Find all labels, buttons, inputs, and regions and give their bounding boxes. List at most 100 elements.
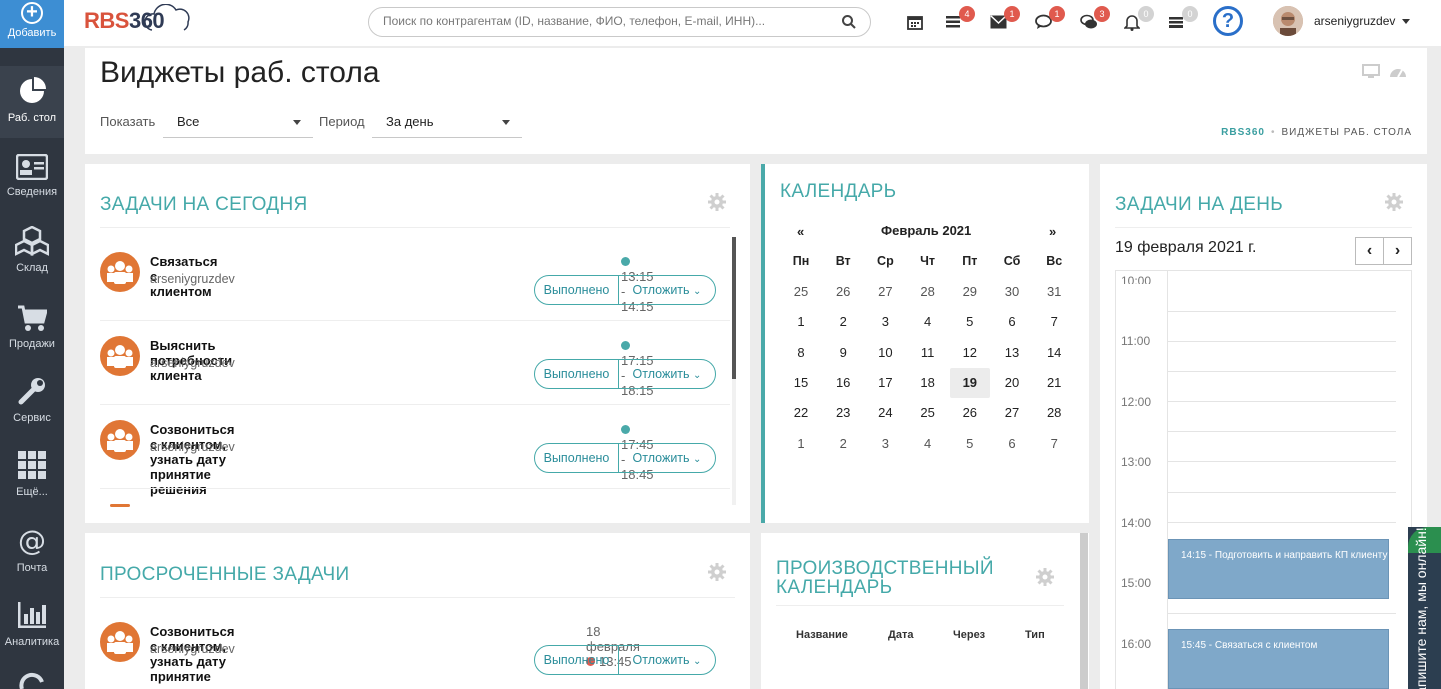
sidebar-item-warehouse[interactable]: Склад	[0, 216, 64, 288]
sidebar-item-analytics[interactable]: Аналитика	[0, 590, 64, 662]
calendar-day[interactable]: 3	[865, 307, 905, 337]
calendar-day[interactable]: 22	[781, 398, 821, 428]
done-button[interactable]: Выполнено	[535, 360, 619, 388]
online-chat-tab[interactable]: Напишите нам, мы онлайн!	[1408, 527, 1441, 689]
comments-button[interactable]: 3	[1080, 6, 1110, 34]
schedule-event[interactable]: 15:45 - Связаться с клиентом	[1168, 629, 1389, 689]
sidebar-item-sales[interactable]: Продажи	[0, 292, 64, 364]
search-input[interactable]	[383, 14, 833, 28]
calendar-day[interactable]: 23	[823, 398, 863, 428]
breadcrumb-home[interactable]: RBS360	[1221, 127, 1265, 138]
next-month-button[interactable]: »	[1049, 224, 1056, 239]
calendar-day[interactable]: 27	[865, 277, 905, 307]
calendar-day[interactable]: 11	[908, 338, 948, 368]
calendar-day[interactable]: 9	[823, 338, 863, 368]
add-button[interactable]: + Добавить	[0, 0, 64, 48]
schedule-event[interactable]: 14:15 - Подготовить и направить КП клиен…	[1168, 539, 1389, 599]
calendar-day[interactable]: 10	[865, 338, 905, 368]
mail-button[interactable]: 1	[990, 6, 1020, 34]
column-header[interactable]: Название	[796, 629, 848, 641]
gear-icon[interactable]	[1385, 193, 1403, 211]
sidebar-item-more[interactable]: Ещё...	[0, 440, 64, 512]
gear-icon[interactable]	[1036, 568, 1054, 586]
user-group-icon	[100, 420, 140, 460]
calendar-day[interactable]: 13	[992, 338, 1032, 368]
tasks-list-button[interactable]: 4	[945, 6, 975, 34]
calendar-day[interactable]: 2	[823, 307, 863, 337]
search-icon[interactable]	[842, 15, 856, 29]
notifications-button[interactable]: 0	[1123, 6, 1154, 34]
chevron-down-icon[interactable]	[1402, 19, 1410, 24]
task-title[interactable]: Созвониться с клиентом, узнать дату прин…	[150, 624, 234, 689]
calendar-day[interactable]: 4	[908, 429, 948, 459]
gear-icon[interactable]	[708, 193, 726, 211]
calendar-day[interactable]: 5	[950, 429, 990, 459]
user-avatar[interactable]	[1273, 6, 1303, 36]
column-header[interactable]: Тип	[1025, 629, 1045, 641]
dashboard-icon[interactable]	[1389, 63, 1407, 79]
chat-button[interactable]: 1	[1035, 6, 1065, 34]
postpone-button[interactable]: Отложить ⌄	[619, 360, 715, 388]
calendar-day[interactable]: 26	[823, 277, 863, 307]
sidebar-item-service[interactable]: Сервис	[0, 366, 64, 438]
calendar-day[interactable]: 12	[950, 338, 990, 368]
calendar-day[interactable]: 29	[950, 277, 990, 307]
calendar-day[interactable]: 17	[865, 368, 905, 398]
calendar-day[interactable]: 6	[992, 307, 1032, 337]
calendar-day[interactable]: 21	[1034, 368, 1074, 398]
calendar-day[interactable]: 28	[1034, 398, 1074, 428]
inbox-button[interactable]: 0	[1168, 6, 1198, 34]
calendar-day[interactable]: 25	[908, 398, 948, 428]
calendar-day[interactable]: 8	[781, 338, 821, 368]
scrollbar[interactable]	[1080, 533, 1088, 689]
done-button[interactable]: Выполнено	[535, 646, 619, 674]
calendar-day[interactable]: 27	[992, 398, 1032, 428]
show-select[interactable]: Все	[163, 106, 313, 138]
column-header[interactable]: Дата	[888, 629, 913, 641]
calendar-day[interactable]: 1	[781, 429, 821, 459]
calendar-day[interactable]: 14	[1034, 338, 1074, 368]
gear-icon[interactable]	[708, 563, 726, 581]
calendar-day[interactable]: 24	[865, 398, 905, 428]
calendar-day-today[interactable]: 19	[949, 367, 990, 398]
column-header[interactable]: Через	[953, 629, 985, 641]
calendar-day[interactable]: 2	[823, 429, 863, 459]
sidebar-item-mail[interactable]: @ Почта	[0, 516, 64, 588]
calendar-day[interactable]: 16	[823, 368, 863, 398]
calendar-month[interactable]: Февраль 2021	[881, 223, 971, 238]
help-button[interactable]: ?	[1213, 6, 1243, 36]
period-select[interactable]: За день	[372, 106, 522, 138]
calendar-day[interactable]: 20	[992, 368, 1032, 398]
calendar-day[interactable]: 25	[781, 277, 821, 307]
prev-month-button[interactable]: «	[797, 224, 804, 239]
calendar-button[interactable]	[907, 12, 929, 34]
calendar-day[interactable]: 4	[908, 307, 948, 337]
done-button[interactable]: Выполнено	[535, 444, 619, 472]
username[interactable]: arseniygruzdev	[1314, 14, 1395, 28]
postpone-button[interactable]: Отложить ⌄	[619, 276, 715, 304]
calendar-day[interactable]: 18	[908, 368, 948, 398]
refresh-icon[interactable]	[18, 672, 46, 689]
calendar-day[interactable]: 30	[992, 277, 1032, 307]
sidebar-item-info[interactable]: Сведения	[0, 142, 64, 214]
scrollbar-track[interactable]	[732, 237, 736, 505]
next-day-button[interactable]: ›	[1383, 237, 1412, 265]
logo[interactable]: RBS360	[84, 4, 190, 34]
postpone-button[interactable]: Отложить ⌄	[619, 646, 715, 674]
done-button[interactable]: Выполнено	[535, 276, 619, 304]
calendar-day[interactable]: 28	[908, 277, 948, 307]
calendar-day[interactable]: 1	[781, 307, 821, 337]
calendar-day[interactable]: 15	[781, 368, 821, 398]
calendar-day[interactable]: 5	[950, 307, 990, 337]
postpone-button[interactable]: Отложить ⌄	[619, 444, 715, 472]
prev-day-button[interactable]: ‹	[1355, 237, 1384, 265]
calendar-day[interactable]: 7	[1034, 307, 1074, 337]
monitor-icon[interactable]	[1362, 64, 1380, 78]
calendar-day[interactable]: 3	[865, 429, 905, 459]
sidebar-item-desktop[interactable]: Раб. стол	[0, 66, 64, 138]
task-title[interactable]: Созвониться с клиентом, узнать дату прин…	[150, 422, 234, 497]
calendar-day[interactable]: 26	[950, 398, 990, 428]
calendar-day[interactable]: 6	[992, 429, 1032, 459]
calendar-day[interactable]: 31	[1034, 277, 1074, 307]
calendar-day[interactable]: 7	[1034, 429, 1074, 459]
